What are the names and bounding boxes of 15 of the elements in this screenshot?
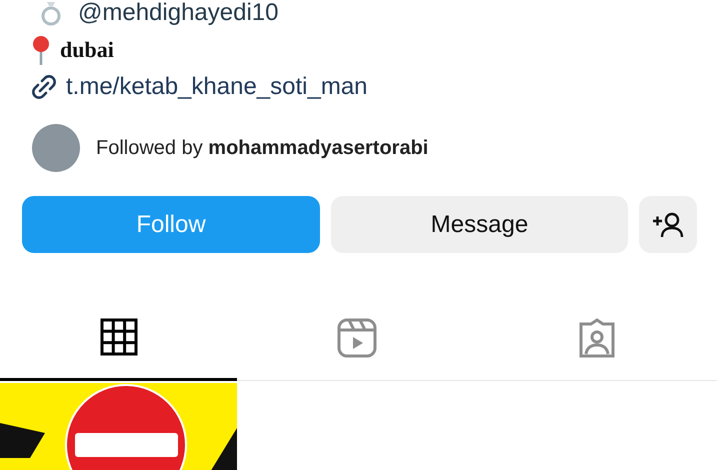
followed-by-text: Followed by mohammadyasertorabi [96,136,428,160]
location-text: dubai [60,36,114,62]
avatar[interactable] [32,124,80,172]
reels-icon [337,318,377,358]
link-icon [30,72,58,100]
post-thumbnail[interactable] [0,383,237,470]
add-person-icon [652,212,684,238]
person-tag-icon [577,318,617,358]
pin-icon [30,34,52,64]
profile-handle: @mehdighayedi10 [78,0,278,26]
message-button[interactable]: Message [331,196,628,253]
profile-link[interactable]: t.me/ketab_khane_soti_man [66,72,368,100]
grid-icon [100,318,138,356]
ring-icon [40,0,62,26]
add-person-button[interactable] [639,196,697,253]
